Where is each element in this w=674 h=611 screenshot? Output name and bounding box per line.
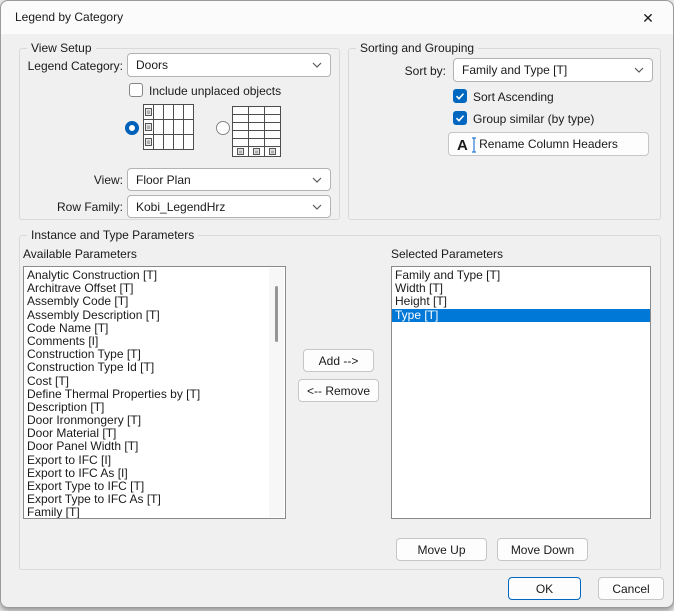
view-value: Floor Plan <box>136 172 191 187</box>
parameters-group-label: Instance and Type Parameters <box>27 228 199 242</box>
selected-parameters-label: Selected Parameters <box>391 247 504 261</box>
add-button[interactable]: Add --> <box>303 349 374 372</box>
ok-button[interactable]: OK <box>508 577 581 600</box>
list-item[interactable]: Export to IFC [I] <box>24 453 285 467</box>
list-item[interactable]: Door Panel Width [T] <box>24 440 285 453</box>
selected-parameters-list[interactable]: Family and Type [T] Width [T] Height [T] Ty… <box>391 266 651 519</box>
sorting-group-label: Sorting and Grouping <box>356 41 479 55</box>
list-item[interactable]: Type [T] <box>392 308 650 322</box>
list-item[interactable]: Cost [T] <box>24 374 285 388</box>
row-family-value: Kobi_LegendHrz <box>136 199 226 214</box>
row-family-select[interactable]: Kobi_LegendHrz <box>127 195 331 218</box>
list-item[interactable]: Assembly Description [T] <box>24 308 285 322</box>
legend-layout-horizontal-icon <box>143 104 194 150</box>
chevron-down-icon <box>312 62 322 68</box>
chevron-down-icon <box>312 204 322 210</box>
list-item[interactable]: Define Thermal Properties by [T] <box>24 387 285 401</box>
list-item[interactable]: Family [T] <box>24 506 285 518</box>
view-label: View: <box>93 173 123 187</box>
close-icon[interactable]: ✕ <box>633 6 663 30</box>
legend-category-value: Doors <box>136 58 169 72</box>
scrollbar[interactable] <box>269 268 284 517</box>
rename-text-cursor-icon: A <box>457 137 476 154</box>
dialog-title: Legend by Category <box>15 10 124 24</box>
cancel-button[interactable]: Cancel <box>598 577 664 600</box>
group-similar-checkbox[interactable] <box>453 111 467 125</box>
include-unplaced-label: Include unplaced objects <box>149 84 282 98</box>
list-item[interactable]: Height [T] <box>392 295 650 308</box>
list-item[interactable]: Code Name [T] <box>24 321 285 335</box>
row-family-label: Row Family: <box>56 200 123 214</box>
view-select[interactable]: Floor Plan <box>127 168 331 191</box>
move-up-button[interactable]: Move Up <box>396 538 487 561</box>
group-similar-label: Group similar (by type) <box>473 112 595 126</box>
svg-text:A: A <box>457 137 468 154</box>
title-bar: Legend by Category ✕ <box>1 1 673 34</box>
view-setup-group-label: View Setup <box>27 41 96 55</box>
sort-ascending-checkbox[interactable] <box>453 89 467 103</box>
legend-by-category-dialog: Legend by Category ✕ View Setup Legend C… <box>0 0 674 608</box>
available-parameters-list[interactable]: Analytic Construction [T] Architrave Offs… <box>23 266 286 519</box>
list-item[interactable]: Assembly Code [T] <box>24 295 285 308</box>
chevron-down-icon <box>634 67 644 73</box>
chevron-down-icon <box>312 177 322 183</box>
move-down-button[interactable]: Move Down <box>497 538 588 561</box>
available-parameters-label: Available Parameters <box>23 247 137 261</box>
legend-category-select[interactable]: Doors <box>127 53 331 77</box>
sort-ascending-label: Sort Ascending <box>473 90 554 104</box>
layout-vertical-radio[interactable] <box>216 121 230 135</box>
rename-column-headers-button[interactable]: A Rename Column Headers <box>448 132 649 156</box>
layout-horizontal-radio[interactable] <box>125 121 139 135</box>
include-unplaced-checkbox[interactable] <box>129 83 143 97</box>
remove-button[interactable]: <-- Remove <box>298 379 379 402</box>
sort-by-select[interactable]: Family and Type [T] <box>453 58 653 82</box>
list-item[interactable]: Construction Type Id [T] <box>24 361 285 374</box>
legend-category-label: Legend Category: <box>27 59 123 73</box>
rename-column-headers-label: Rename Column Headers <box>479 137 618 151</box>
sort-by-label: Sort by: <box>404 64 446 78</box>
sort-by-value: Family and Type [T] <box>462 63 568 77</box>
scrollbar-thumb[interactable] <box>275 286 278 342</box>
legend-layout-vertical-icon <box>232 106 281 157</box>
